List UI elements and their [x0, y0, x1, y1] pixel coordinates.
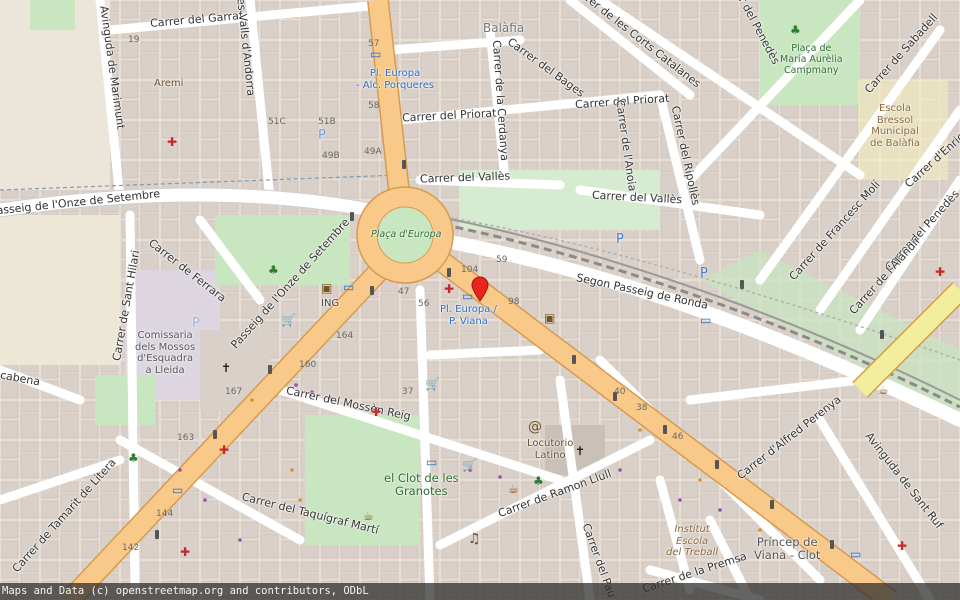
area-label-balafia: Balàfia: [483, 21, 525, 35]
pharmacy-icon[interactable]: ✚: [935, 266, 945, 278]
house-number: 47: [398, 287, 410, 297]
church-icon[interactable]: ✝: [221, 362, 231, 374]
parking-icon[interactable]: P: [192, 316, 200, 331]
house-number: 59: [496, 255, 508, 265]
house-number: 98: [508, 297, 520, 307]
atm-icon[interactable]: @: [528, 420, 542, 434]
house-number: 163: [177, 433, 195, 443]
playground-icon[interactable]: ♣: [128, 452, 139, 464]
house-number: 58: [368, 101, 380, 111]
poi-label-escola-bressol: Escola Bressol Municipal de Balàfia: [870, 103, 920, 149]
park-label-placa-maria: Plaça de Maria Aurèlia Campmany: [780, 43, 843, 76]
house-number: 38: [636, 403, 648, 413]
house-number: 40: [614, 387, 626, 397]
poi-label-institut: Institut Escola del Treball: [666, 524, 719, 558]
house-number: 46: [672, 432, 684, 442]
park-label-clot-granotes: el Clot de les Granotes: [384, 471, 459, 499]
pharmacy-icon[interactable]: ✚: [444, 283, 454, 295]
pharmacy-icon[interactable]: ✚: [167, 136, 177, 148]
house-number: 49A: [364, 147, 382, 157]
bank-icon[interactable]: ▣: [321, 282, 332, 294]
house-number: 167: [225, 387, 243, 397]
cafe-icon[interactable]: ☕: [508, 483, 519, 495]
bank-icon[interactable]: ▣: [544, 312, 555, 324]
shop-icon[interactable]: 🛒: [462, 459, 477, 471]
poi-label-aremi: Aremi: [154, 78, 184, 89]
shop-icon[interactable]: 🛒: [425, 378, 440, 390]
cafe-icon[interactable]: ☕: [363, 510, 374, 522]
bus-stop-label-viana: Pl. Europa / P. Viana: [440, 304, 497, 327]
poi-label-ing: ING: [321, 298, 340, 309]
map-canvas[interactable]: Carrer del Garraf les Valls d'Andorra Av…: [0, 0, 960, 600]
square-label-placa-europa: Plaça d'Europa: [371, 229, 442, 240]
house-number: 56: [418, 299, 430, 309]
bus-stop-icon[interactable]: ▭: [426, 456, 437, 468]
pharmacy-icon[interactable]: ✚: [371, 406, 381, 418]
bus-stop-label-porqueres: Pl. Europa - Alc. Porqueres: [356, 68, 435, 91]
pharmacy-icon[interactable]: ✚: [180, 546, 190, 558]
church-icon[interactable]: ✝: [575, 445, 585, 457]
bus-stop-icon[interactable]: ▭: [700, 314, 711, 326]
bus-stop-icon[interactable]: ▭: [370, 48, 381, 60]
music-icon[interactable]: ♫: [468, 532, 481, 546]
house-number: 51C: [268, 117, 286, 127]
house-number: 104: [461, 265, 479, 275]
shop-icon[interactable]: 🛒: [281, 314, 296, 326]
house-number: 49B: [322, 151, 340, 161]
bus-stop-icon[interactable]: ▭: [343, 281, 354, 293]
playground-icon[interactable]: ♣: [268, 264, 279, 276]
parking-icon[interactable]: P: [616, 232, 624, 247]
pharmacy-icon[interactable]: ✚: [897, 540, 907, 552]
house-number: 57: [368, 39, 380, 49]
house-number: 164: [336, 331, 354, 341]
house-number: 37: [402, 387, 414, 397]
house-number: 144: [156, 509, 174, 519]
poi-label-comissaria: Comissaria dels Mossos d'Esquadra a Llei…: [135, 330, 196, 376]
parking-icon[interactable]: P: [318, 128, 326, 143]
house-number: 51B: [318, 117, 336, 127]
house-number: 142: [122, 543, 140, 553]
map-attribution: Maps and Data (c) openstreetmap.org and …: [0, 583, 960, 600]
bus-stop-icon[interactable]: ▭: [850, 548, 861, 560]
poi-label-locutorio: Locutorio Latino: [527, 438, 574, 461]
cafe-icon[interactable]: ☕: [878, 384, 889, 396]
parking-icon[interactable]: P: [700, 266, 708, 281]
street-label-valles-left: Carrer del Vallès: [419, 169, 511, 186]
pharmacy-icon[interactable]: ✚: [219, 444, 229, 456]
house-number: 19: [128, 35, 140, 45]
house-number: 160: [299, 360, 317, 370]
playground-icon[interactable]: ♣: [790, 24, 801, 36]
poi-label-princep-viana: Príncep de Viana - Clot: [754, 535, 821, 563]
bus-stop-icon[interactable]: ▭: [172, 484, 183, 496]
playground-icon[interactable]: ♣: [533, 475, 544, 487]
